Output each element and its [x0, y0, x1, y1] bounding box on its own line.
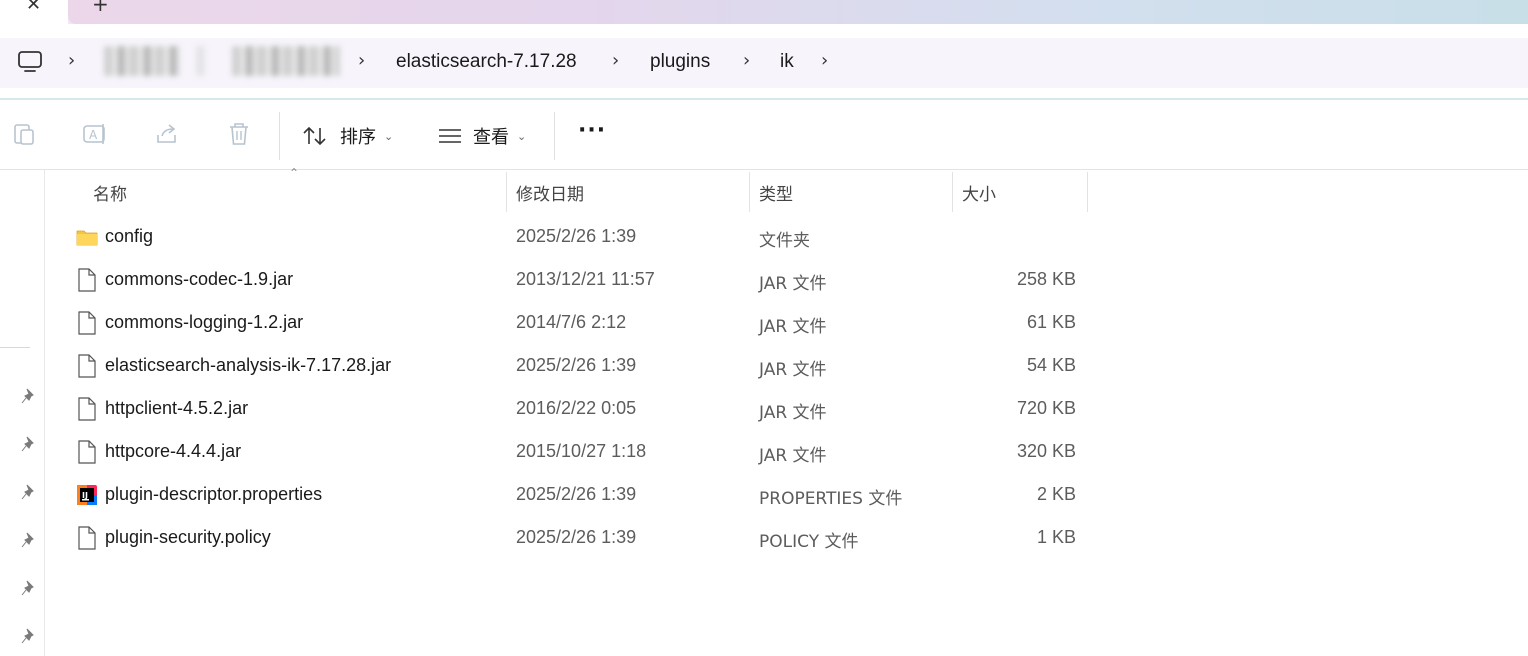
column-divider[interactable]: [952, 172, 953, 212]
pin-icon[interactable]: [21, 532, 37, 548]
file-row[interactable]: config 2025/2/26 1:39 文件夹: [62, 218, 1088, 258]
file-name[interactable]: plugin-descriptor.properties: [105, 484, 322, 505]
breadcrumb-chevron-icon[interactable]: ›: [743, 50, 750, 71]
paste-icon[interactable]: [11, 121, 37, 147]
file-type: JAR 文件: [759, 403, 827, 423]
this-pc-icon[interactable]: [17, 50, 43, 74]
rename-icon[interactable]: A: [82, 121, 108, 147]
file-modified-date: 2014/7/6 2:12: [516, 312, 627, 332]
file-name[interactable]: commons-logging-1.2.jar: [105, 312, 303, 333]
toolbar-divider: [554, 112, 555, 160]
column-divider[interactable]: [749, 172, 750, 212]
column-divider[interactable]: [506, 172, 507, 212]
address-bar[interactable]: [0, 38, 1528, 88]
file-size: 54 KB: [1026, 355, 1076, 375]
file-row[interactable]: IJ plugin-descriptor.properties 2025/2/26 …: [62, 476, 1088, 516]
chevron-down-icon: ⌄: [517, 129, 527, 143]
file-name[interactable]: commons-codec-1.9.jar: [105, 269, 293, 290]
pin-icon[interactable]: [21, 484, 37, 500]
column-divider[interactable]: [1087, 172, 1088, 212]
pin-icon[interactable]: [21, 580, 37, 596]
file-icon: [78, 268, 96, 292]
file-type: PROPERTIES 文件: [759, 489, 903, 509]
redacted-breadcrumb[interactable]: [232, 46, 340, 76]
chevron-down-icon: ⌄: [384, 129, 394, 143]
delete-icon[interactable]: [226, 121, 252, 147]
breadcrumb-chevron-icon[interactable]: ›: [612, 50, 619, 71]
column-header-type[interactable]: 类型: [759, 180, 793, 205]
column-header-modified[interactable]: 修改日期: [516, 180, 584, 205]
file-row[interactable]: plugin-security.policy 2025/2/26 1:39 POLI…: [62, 519, 1088, 559]
view-button[interactable]: 查看 ⌄: [437, 123, 526, 149]
svg-text:IJ: IJ: [82, 491, 88, 500]
file-type: JAR 文件: [759, 274, 827, 294]
view-label: 查看: [473, 127, 509, 148]
file-size: 61 KB: [1026, 312, 1076, 332]
file-type: 文件夹: [759, 231, 810, 251]
more-icon: ···: [578, 118, 607, 143]
breadcrumb-item-elasticsearch[interactable]: elasticsearch-7.17.28: [396, 51, 577, 73]
column-header-name[interactable]: 名称: [93, 180, 127, 205]
file-modified-date: 2016/2/22 0:05: [516, 398, 637, 418]
file-name[interactable]: elasticsearch-analysis-ik-7.17.28.jar: [105, 355, 391, 376]
file-name[interactable]: config: [105, 226, 153, 247]
file-row[interactable]: commons-logging-1.2.jar 2014/7/6 2:12 JAR …: [62, 304, 1088, 344]
breadcrumb-chevron-icon[interactable]: ›: [821, 50, 828, 71]
file-modified-date: 2013/12/21 11:57: [516, 269, 655, 289]
file-row[interactable]: commons-codec-1.9.jar 2013/12/21 11:57 JAR…: [62, 261, 1088, 301]
file-row[interactable]: httpcore-4.4.4.jar 2015/10/27 1:18 JAR 文件 3…: [62, 433, 1088, 473]
file-name[interactable]: httpclient-4.5.2.jar: [105, 398, 248, 419]
file-modified-date: 2025/2/26 1:39: [516, 484, 637, 504]
file-type: JAR 文件: [759, 317, 827, 337]
close-icon[interactable]: ✕: [26, 0, 41, 15]
redacted-breadcrumb-dot: [196, 46, 206, 76]
file-icon: [78, 354, 96, 378]
file-row[interactable]: httpclient-4.5.2.jar 2016/2/22 0:05 JAR 文件…: [62, 390, 1088, 430]
file-icon: [78, 526, 96, 550]
view-list-icon: [439, 129, 461, 143]
pin-icon[interactable]: [21, 628, 37, 644]
sort-ascending-icon: ⌃: [289, 166, 300, 180]
svg-text:A: A: [89, 128, 98, 142]
sort-icon: [303, 126, 326, 146]
new-tab-icon[interactable]: +: [92, 0, 109, 16]
file-type: JAR 文件: [759, 446, 827, 466]
sort-button[interactable]: 排序 ⌄: [302, 123, 393, 149]
intellij-file-icon: IJ: [77, 485, 97, 505]
redacted-breadcrumb[interactable]: [104, 46, 180, 76]
file-size: 1 KB: [1036, 527, 1076, 547]
pin-icon[interactable]: [21, 388, 37, 404]
tab-strip-background: [68, 0, 1528, 24]
file-type: POLICY 文件: [759, 532, 859, 552]
file-modified-date: 2025/2/26 1:39: [516, 527, 637, 547]
file-icon: [78, 311, 96, 335]
breadcrumb-item-plugins[interactable]: plugins: [650, 51, 710, 73]
column-header-size[interactable]: 大小: [962, 180, 996, 205]
file-modified-date: 2025/2/26 1:39: [516, 355, 637, 375]
file-icon: [78, 397, 96, 421]
breadcrumb-item-ik[interactable]: ik: [780, 51, 794, 73]
file-icon: [78, 440, 96, 464]
folder-icon: [76, 230, 98, 246]
share-icon[interactable]: [154, 121, 180, 147]
sort-label: 排序: [340, 127, 376, 148]
file-type: JAR 文件: [759, 360, 827, 380]
file-modified-date: 2015/10/27 1:18: [516, 441, 647, 461]
navigation-divider: [0, 347, 30, 348]
file-modified-date: 2025/2/26 1:39: [516, 226, 637, 246]
file-name[interactable]: httpcore-4.4.4.jar: [105, 441, 241, 462]
file-size: 720 KB: [1016, 398, 1076, 418]
breadcrumb-chevron-icon[interactable]: ›: [68, 50, 75, 71]
file-size: 320 KB: [1016, 441, 1076, 461]
pin-icon[interactable]: [21, 436, 37, 452]
toolbar-divider: [279, 112, 280, 160]
file-size: 258 KB: [1016, 269, 1076, 289]
more-options-button[interactable]: ···: [578, 118, 606, 143]
file-name[interactable]: plugin-security.policy: [105, 527, 271, 548]
breadcrumb-chevron-icon[interactable]: ›: [358, 50, 365, 71]
file-row[interactable]: elasticsearch-analysis-ik-7.17.28.jar 202…: [62, 347, 1088, 387]
file-size: 2 KB: [1036, 484, 1076, 504]
